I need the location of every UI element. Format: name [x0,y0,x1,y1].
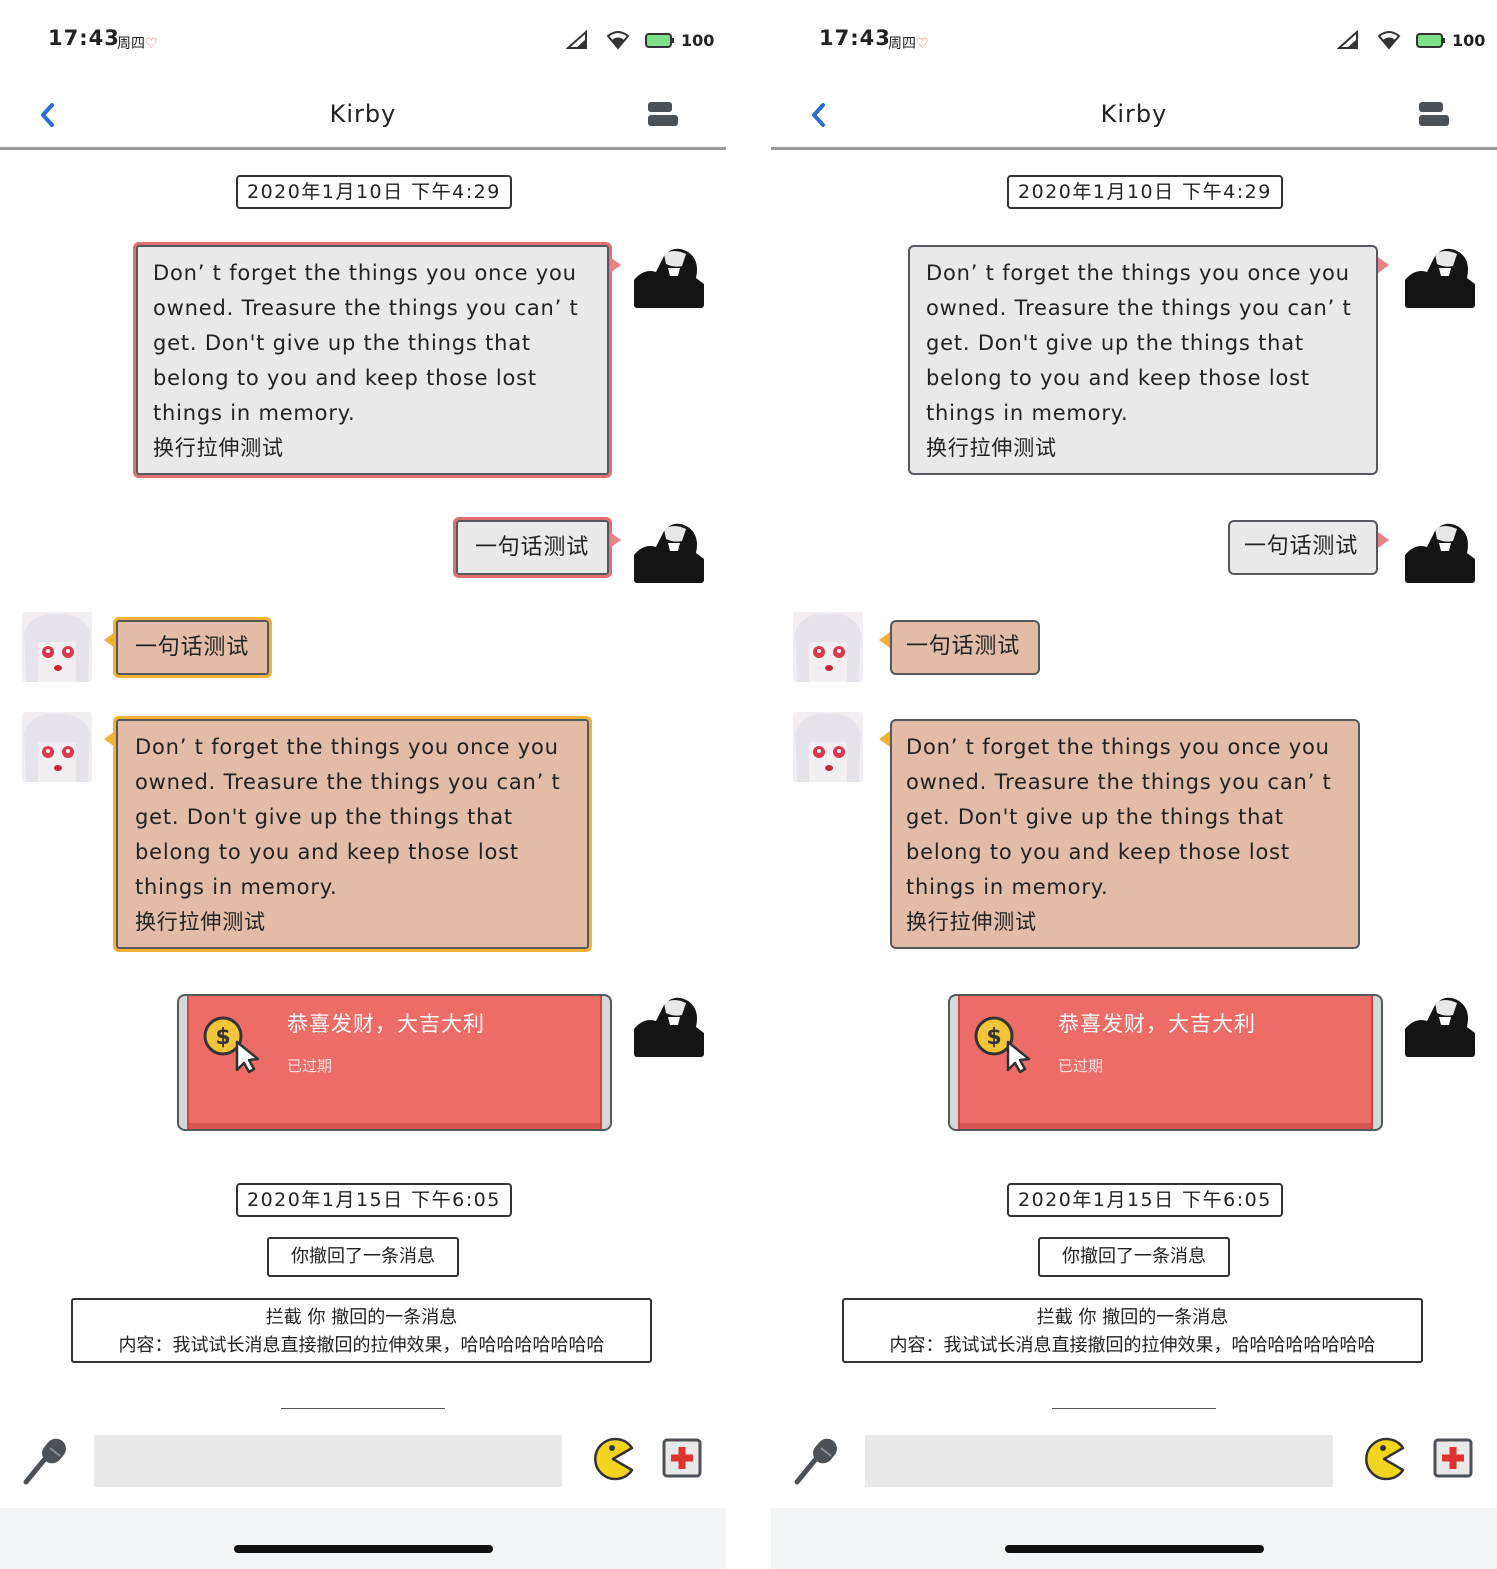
avatar-self[interactable] [634,238,704,308]
coin-cursor-icon: $ [974,1016,1031,1074]
avatar-friend[interactable] [793,712,863,782]
chat-header: Kirby [0,76,726,154]
recall-notice: 你撤回了一条消息 [267,1237,459,1277]
intercept-content: 内容：我试试长消息直接撤回的拉伸效果，哈哈哈哈哈哈哈哈 [118,1335,605,1356]
add-plus-icon[interactable] [1433,1438,1473,1478]
red-packet-title: 恭喜发财，大吉大利 [287,1012,485,1036]
chat-title: Kirby [329,100,397,128]
message-bubble-sent-short[interactable]: 一句话测试 [1228,520,1389,575]
microphone-icon[interactable] [791,1436,841,1486]
signal-icon [1337,30,1358,49]
intercept-notice: 拦截 你 撤回的一条消息 内容：我试试长消息直接撤回的拉伸效果，哈哈哈哈哈哈哈哈 [71,1298,652,1363]
avatar-friend[interactable] [22,712,92,782]
message-text: 一句话测试 [906,634,1021,659]
avatar-friend[interactable] [793,612,863,682]
home-indicator[interactable] [234,1545,493,1553]
message-bubble-received-short[interactable]: 一句话测试 [104,617,272,678]
header-divider [771,147,1497,150]
intercept-content: 内容：我试试长消息直接撤回的拉伸效果，哈哈哈哈哈哈哈哈 [889,1335,1376,1356]
scroll-cutoff-line [281,1408,445,1409]
message-text: 一句话测试 [475,535,590,560]
red-packet-body: $ 恭喜发财，大吉大利 已过期 [187,996,602,1129]
avatar-self[interactable] [634,513,704,583]
message-text: Don’ t forget the things you once you ow… [135,735,561,934]
signal-icon [566,30,587,49]
red-packet-status: 已过期 [1058,1057,1104,1075]
message-text: Don’ t forget the things you once you ow… [153,261,579,460]
status-day: 周四♡ [888,36,929,52]
bubble-tail [104,632,115,648]
add-plus-icon[interactable] [662,1438,702,1478]
wifi-icon [1377,31,1401,50]
timestamp: 2020年1月10日 下午4:29 [1007,175,1283,209]
gesture-area [771,1508,1497,1569]
message-text: Don’ t forget the things you once you ow… [926,261,1352,460]
message-text: 一句话测试 [135,635,250,660]
input-bar [0,1420,726,1510]
avatar-self[interactable] [1405,238,1475,308]
red-packet-message[interactable]: $ 恭喜发财，大吉大利 已过期 [948,994,1383,1131]
status-time: 17:43 [48,26,120,50]
pacman-emoji-icon[interactable] [590,1436,636,1482]
battery-level: 100 [681,31,715,50]
red-packet-message[interactable]: $ 恭喜发财，大吉大利 已过期 [177,994,612,1131]
header-divider [0,147,726,150]
bubble-tail [879,632,890,648]
bubble-tail [104,731,115,747]
intercept-notice: 拦截 你 撤回的一条消息 内容：我试试长消息直接撤回的拉伸效果，哈哈哈哈哈哈哈哈 [842,1298,1423,1363]
timestamp: 2020年1月15日 下午6:05 [1007,1183,1283,1217]
status-time: 17:43 [819,26,891,50]
red-packet-title: 恭喜发财，大吉大利 [1058,1012,1256,1036]
avatar-self[interactable] [1405,513,1475,583]
chat-title: Kirby [1100,100,1168,128]
bubble-tail [879,731,890,747]
home-indicator[interactable] [1005,1545,1264,1553]
wifi-icon [606,31,630,50]
red-packet-body: $ 恭喜发财，大吉大利 已过期 [958,996,1373,1129]
message-bubble-sent-long[interactable]: Don’ t forget the things you once you ow… [133,242,621,478]
message-bubble-sent-short[interactable]: 一句话测试 [453,517,621,578]
avatar-self[interactable] [1405,987,1475,1057]
message-text: Don’ t forget the things you once you ow… [906,735,1332,934]
battery-icon [1416,33,1445,48]
intercept-title: 拦截 你 撤回的一条消息 [1036,1307,1229,1328]
battery-icon [645,33,674,48]
bubble-tail [610,257,621,273]
bubble-tail [610,532,621,548]
menu-icon[interactable] [646,100,680,128]
avatar-self[interactable] [634,987,704,1057]
bubble-tail [1378,257,1389,273]
gesture-area [0,1508,726,1569]
message-bubble-sent-long[interactable]: Don’ t forget the things you once you ow… [908,245,1389,475]
menu-icon[interactable] [1417,100,1451,128]
recall-notice: 你撤回了一条消息 [1038,1237,1230,1277]
message-bubble-received-long[interactable]: Don’ t forget the things you once you ow… [879,719,1360,949]
message-bubble-received-long[interactable]: Don’ t forget the things you once you ow… [104,716,592,952]
coin-cursor-icon: $ [203,1016,260,1074]
svg-text:$: $ [986,1025,1001,1050]
bubble-tail [1378,532,1389,548]
phone-screen-right: 17:43 周四♡ 100 Kirby 2020年1月10日 下午4:29 Do… [771,0,1497,1569]
red-packet-status: 已过期 [287,1057,333,1075]
message-bubble-received-short[interactable]: 一句话测试 [879,620,1040,675]
message-input[interactable] [865,1435,1333,1487]
status-day: 周四♡ [117,36,158,52]
svg-text:$: $ [215,1025,230,1050]
input-bar [771,1420,1497,1510]
scroll-cutoff-line [1052,1408,1216,1409]
message-input[interactable] [94,1435,562,1487]
battery-level: 100 [1452,31,1486,50]
pacman-emoji-icon[interactable] [1361,1436,1407,1482]
message-text: 一句话测试 [1244,534,1359,559]
timestamp: 2020年1月10日 下午4:29 [236,175,512,209]
chat-header: Kirby [771,76,1497,154]
timestamp: 2020年1月15日 下午6:05 [236,1183,512,1217]
phone-screen-left: 17:43 周四♡ 100 Kirby 2020年1月10日 下午4:29 Do… [0,0,726,1569]
intercept-title: 拦截 你 撤回的一条消息 [265,1307,458,1328]
avatar-friend[interactable] [22,612,92,682]
microphone-icon[interactable] [20,1436,70,1486]
